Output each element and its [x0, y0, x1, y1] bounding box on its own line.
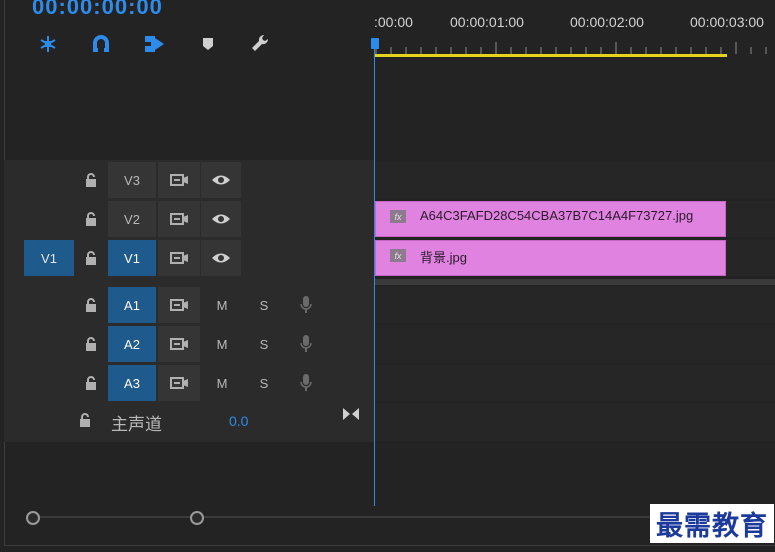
clip-name: 背景.jpg — [420, 250, 467, 265]
solo-button[interactable]: S — [252, 326, 276, 362]
track-target-a3[interactable]: A3 — [108, 365, 156, 401]
ruler-label: 00:00:01:00 — [450, 14, 524, 30]
lock-icon[interactable] — [79, 326, 103, 362]
clip-v1[interactable]: fx 背景.jpg — [375, 240, 726, 276]
lock-icon[interactable] — [79, 201, 103, 237]
sync-lock-icon[interactable] — [158, 326, 200, 362]
snap-in-sequence-icon[interactable] — [35, 31, 61, 57]
track-lane-master[interactable] — [374, 404, 775, 441]
toggle-output-eye-icon[interactable] — [201, 201, 241, 237]
playhead-timecode[interactable]: 00:00:00:00 — [32, 0, 163, 20]
track-header-a3: A3 M S — [4, 365, 374, 402]
work-area-bar[interactable] — [375, 54, 727, 57]
fx-badge-icon[interactable]: fx — [390, 249, 406, 262]
track-header-v1: V1 V1 — [4, 240, 374, 277]
track-lane-a1[interactable] — [374, 287, 775, 323]
track-header-v3: V3 — [4, 162, 374, 199]
zoom-scroll-right-handle[interactable] — [190, 511, 204, 525]
solo-button[interactable]: S — [252, 287, 276, 323]
mute-button[interactable]: M — [210, 287, 234, 323]
track-lane-a3[interactable] — [374, 365, 775, 401]
source-patch-v1[interactable]: V1 — [24, 240, 74, 276]
watermark: 最需教育 — [650, 504, 774, 543]
track-header-v2: V2 — [4, 201, 374, 238]
go-to-in-out-icon[interactable] — [342, 407, 360, 426]
track-target-v3[interactable]: V3 — [108, 162, 156, 198]
video-audio-divider[interactable] — [374, 279, 775, 285]
sync-lock-icon[interactable] — [158, 162, 200, 198]
lock-icon[interactable] — [79, 413, 91, 432]
voiceover-mic-icon[interactable] — [292, 365, 320, 401]
track-target-a1[interactable]: A1 — [108, 287, 156, 323]
solo-button[interactable]: S — [252, 365, 276, 401]
ruler-ticks — [375, 42, 767, 54]
linked-selection-icon[interactable] — [88, 31, 114, 57]
clip-v2[interactable]: fx A64C3FAFD28C54CBA37B7C14A4F73727.jpg — [375, 201, 726, 237]
lock-icon[interactable] — [79, 162, 103, 198]
sync-lock-icon[interactable] — [158, 365, 200, 401]
toggle-output-eye-icon[interactable] — [201, 240, 241, 276]
clip-name: A64C3FAFD28C54CBA37B7C14A4F73727.jpg — [420, 208, 694, 223]
voiceover-mic-icon[interactable] — [292, 326, 320, 362]
track-target-a2[interactable]: A2 — [108, 326, 156, 362]
playhead-handle[interactable] — [371, 38, 379, 49]
track-lane-v3[interactable] — [374, 162, 775, 198]
mute-button[interactable]: M — [210, 365, 234, 401]
insert-edit-icon[interactable] — [141, 31, 167, 57]
voiceover-mic-icon[interactable] — [292, 287, 320, 323]
track-target-v1[interactable]: V1 — [108, 240, 156, 276]
sync-lock-icon[interactable] — [158, 201, 200, 237]
zoom-scroll-left-handle[interactable] — [26, 511, 40, 525]
track-lane-a2[interactable] — [374, 326, 775, 362]
sync-lock-icon[interactable] — [158, 287, 200, 323]
fx-badge-icon[interactable]: fx — [390, 210, 406, 223]
master-volume-value[interactable]: 0.0 — [229, 413, 248, 429]
timeline-settings-wrench-icon[interactable] — [248, 31, 274, 57]
lock-icon[interactable] — [79, 365, 103, 401]
master-track-label: 主声道 — [111, 415, 162, 434]
panel-bottom-border — [4, 545, 775, 546]
mute-button[interactable]: M — [210, 326, 234, 362]
ruler-label: :00:00 — [374, 14, 413, 30]
toggle-output-eye-icon[interactable] — [201, 162, 241, 198]
track-target-v2[interactable]: V2 — [108, 201, 156, 237]
track-header-a1: A1 M S — [4, 287, 374, 324]
ruler-label: 00:00:03:00 — [690, 14, 764, 30]
lock-icon[interactable] — [79, 287, 103, 323]
sync-lock-icon[interactable] — [158, 240, 200, 276]
add-marker-icon[interactable] — [195, 31, 221, 57]
lock-icon[interactable] — [79, 240, 103, 276]
playhead-line[interactable] — [374, 48, 375, 506]
track-header-a2: A2 M S — [4, 326, 374, 363]
ruler-label: 00:00:02:00 — [570, 14, 644, 30]
